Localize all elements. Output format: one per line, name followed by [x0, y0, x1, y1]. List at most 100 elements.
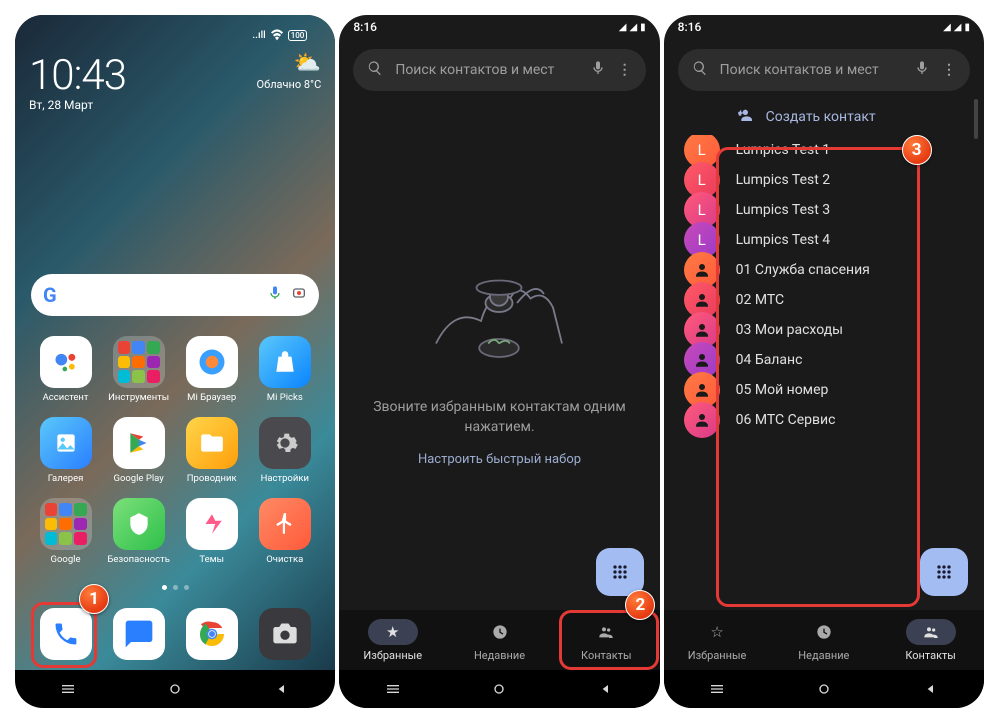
nav-menu[interactable]: [59, 680, 77, 698]
contact-row[interactable]: 03 Мои расходы: [664, 315, 984, 345]
home-apps-grid: АссистентИнструментыMi БраузерMi Picks Га…: [29, 334, 321, 567]
contact-name: 01 Служба спасения: [736, 262, 870, 278]
tab-favorites[interactable]: ★Избранные: [339, 610, 446, 670]
signal-icon: ◢: [954, 22, 962, 33]
clock-time: 10:43: [29, 51, 126, 100]
screen-home: ..ıll 100 10:43 Вт, 28 Март ⛅ Облачно 8°…: [15, 15, 335, 708]
signal-icon: ◢: [629, 22, 637, 33]
app-Безопасность[interactable]: Безопасность: [106, 498, 171, 565]
tab-recent[interactable]: Недавние: [770, 610, 877, 670]
contact-name: Lumpics Test 2: [736, 172, 831, 188]
search-icon: [692, 60, 708, 80]
contact-name: Lumpics Test 3: [736, 202, 831, 218]
contact-name: 02 МТС: [736, 292, 785, 308]
app-Mi Браузер[interactable]: Mi Браузер: [179, 336, 244, 403]
nav-home[interactable]: [815, 680, 833, 698]
tab-contacts[interactable]: Контакты: [553, 610, 660, 670]
signal-icon: ◢: [619, 22, 627, 33]
app-Настройки[interactable]: Настройки: [252, 417, 317, 484]
nav-home[interactable]: [166, 680, 184, 698]
battery-icon: ▮: [640, 22, 646, 33]
battery-icon: ▮: [964, 22, 970, 33]
contact-row[interactable]: LLumpics Test 1: [664, 135, 984, 165]
app-messages[interactable]: [113, 608, 165, 660]
bottom-tabs: ★Избранные Недавние Контакты: [339, 610, 659, 670]
scroll-indicator: [974, 99, 978, 139]
contacts-list[interactable]: LLLumpics Test 1LLumpics Test 2LLumpics …: [664, 135, 984, 610]
contact-name: 05 Мой номер: [736, 382, 829, 398]
setup-speed-dial-link[interactable]: Настроить быстрый набор: [418, 452, 581, 467]
app-Google Play[interactable]: Google Play: [106, 417, 171, 484]
mic-icon[interactable]: [914, 60, 930, 80]
app-Очистка[interactable]: Очистка: [252, 498, 317, 565]
bottom-tabs: ☆Избранные Недавние Контакты: [664, 610, 984, 670]
mic-icon[interactable]: [267, 285, 283, 305]
contact-name: Lumpics Test 1: [736, 142, 831, 158]
statusbar: ..ıll 100: [29, 23, 321, 47]
contact-name: Lumpics Test 4: [736, 232, 831, 248]
nav-home[interactable]: [490, 680, 508, 698]
search-bar[interactable]: Поиск контактов и мест ⋮: [678, 49, 970, 91]
nav-back[interactable]: [597, 680, 615, 698]
contact-name: 06 МТС Сервис: [736, 412, 836, 428]
contact-row[interactable]: LLumpics Test 2: [664, 165, 984, 195]
empty-illustration: [399, 242, 599, 382]
lens-icon[interactable]: [291, 285, 307, 305]
app-Проводник[interactable]: Проводник: [179, 417, 244, 484]
tab-recent[interactable]: Недавние: [446, 610, 553, 670]
dialpad-button[interactable]: [596, 548, 644, 596]
search-bar[interactable]: Поиск контактов и мест ⋮: [353, 49, 645, 91]
contact-row[interactable]: 02 МТС: [664, 285, 984, 315]
signal-icon: ..ıll: [252, 30, 265, 41]
screen-contacts: 8:16 ◢ ◢ ▮ Поиск контактов и мест ⋮ Созд…: [664, 15, 984, 708]
contact-row[interactable]: LLumpics Test 4: [664, 225, 984, 255]
app-Ассистент[interactable]: Ассистент: [33, 336, 98, 403]
navbar: [339, 670, 659, 708]
overflow-icon[interactable]: ⋮: [942, 62, 956, 78]
app-Галерея[interactable]: Галерея: [33, 417, 98, 484]
search-icon: [367, 60, 383, 80]
wifi-icon: [269, 27, 285, 43]
app-phone[interactable]: [40, 608, 92, 660]
app-Темы[interactable]: Темы: [179, 498, 244, 565]
google-search-widget[interactable]: G: [31, 274, 319, 316]
tab-favorites[interactable]: ☆Избранные: [664, 610, 771, 670]
contact-name: 03 Мои расходы: [736, 322, 843, 338]
nav-menu[interactable]: [708, 680, 726, 698]
empty-state-text: Звоните избранным контактам одним нажати…: [369, 398, 629, 437]
contact-row[interactable]: 04 Баланс: [664, 345, 984, 375]
app-camera[interactable]: [259, 608, 311, 660]
weather-icon: ⛅: [294, 51, 321, 76]
navbar: [15, 670, 335, 708]
clock-widget[interactable]: 10:43 Вт, 28 Март ⛅ Облачно 8°C: [29, 51, 321, 112]
nav-back[interactable]: [922, 680, 940, 698]
contact-avatar: [684, 402, 720, 438]
weather-widget[interactable]: ⛅ Облачно 8°C: [257, 51, 322, 91]
navbar: [664, 670, 984, 708]
search-placeholder: Поиск контактов и мест: [395, 62, 577, 78]
mic-icon[interactable]: [590, 60, 606, 80]
contact-row[interactable]: 01 Служба спасения: [664, 255, 984, 285]
contact-row[interactable]: LLumpics Test 3: [664, 195, 984, 225]
contact-row[interactable]: 05 Мой номер: [664, 375, 984, 405]
nav-menu[interactable]: [384, 680, 402, 698]
app-Инструменты[interactable]: Инструменты: [106, 336, 171, 403]
app-Mi Picks[interactable]: Mi Picks: [252, 336, 317, 403]
create-contact-button[interactable]: Создать контакт: [736, 107, 970, 127]
overflow-icon[interactable]: ⋮: [618, 62, 632, 78]
contact-row[interactable]: 06 МТС Сервис: [664, 405, 984, 435]
contact-name: 04 Баланс: [736, 352, 803, 368]
dialpad-button[interactable]: [920, 548, 968, 596]
app-Google[interactable]: Google: [33, 498, 98, 565]
screen-favorites: 8:16 ◢ ◢ ▮ Поиск контактов и мест ⋮: [339, 15, 659, 708]
page-indicator: [29, 567, 321, 598]
signal-icon: ◢: [943, 22, 951, 33]
nav-back[interactable]: [273, 680, 291, 698]
clock-date: Вт, 28 Март: [29, 98, 126, 112]
statusbar: 8:16 ◢ ◢ ▮: [664, 15, 984, 39]
app-chrome[interactable]: [186, 608, 238, 660]
tab-contacts[interactable]: Контакты: [877, 610, 984, 670]
battery-icon: 100: [288, 30, 308, 41]
add-contact-icon: [736, 107, 752, 127]
google-logo-icon: G: [43, 283, 57, 307]
